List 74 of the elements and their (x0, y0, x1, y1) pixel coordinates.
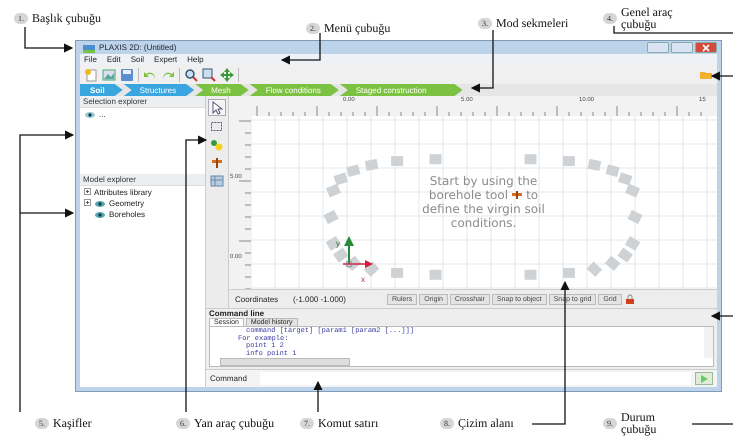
horizontal-scrollbar[interactable] (220, 358, 350, 366)
zoom-window-icon[interactable] (202, 68, 216, 82)
panel-header: Selection explorer (80, 96, 205, 108)
vertical-scrollbar[interactable] (704, 327, 713, 358)
callout-number: 4. (603, 12, 617, 24)
hint-text: define the virgin soil (422, 202, 545, 216)
callout-number: 3. (478, 18, 492, 28)
callout-label: Genel araç çubuğu (621, 6, 674, 30)
command-label: Command (209, 374, 248, 383)
save-icon[interactable] (120, 68, 134, 82)
callout-label: Başlık çubuğu (32, 12, 101, 24)
callout-label: Kaşifler (53, 417, 92, 429)
callout-number: 2. (306, 22, 320, 34)
borehole-icon (511, 190, 524, 200)
hint-text: conditions. (450, 216, 516, 230)
close-icon (702, 44, 710, 52)
tree-item[interactable]: Attributes library (94, 188, 152, 197)
run-button[interactable] (695, 372, 713, 385)
command-input-field[interactable] (260, 372, 691, 385)
axis-label: y (336, 239, 340, 248)
menu-item[interactable]: Help (187, 55, 204, 64)
hint-text: to (526, 188, 538, 202)
callout-label: Durum çubuğu (621, 411, 658, 435)
callout-label: Komut satırı (318, 417, 378, 429)
callout-label: Yan araç çubuğu (194, 417, 274, 429)
expand-toggle[interactable] (84, 188, 91, 197)
callout-number: 9. (603, 418, 617, 428)
leader-line (313, 380, 323, 412)
callout-number: 6. (176, 418, 190, 428)
hint-text: borehole tool (428, 188, 508, 202)
zoom-icon[interactable] (184, 68, 198, 82)
callout-number: 5. (35, 418, 49, 428)
rectangle-select-icon[interactable] (209, 119, 225, 134)
pointer-icon[interactable] (208, 99, 226, 116)
leader-line (710, 71, 733, 81)
maximize-button[interactable] (671, 42, 693, 53)
status-label: Coordinates (235, 294, 280, 304)
tree-item[interactable]: Boreholes (109, 210, 146, 219)
panel-header: Model explorer (80, 174, 205, 186)
axis-label: x (361, 275, 365, 284)
menu-item[interactable]: Soil (130, 55, 144, 64)
tree-item[interactable]: Geometry (109, 199, 144, 208)
leader-line (710, 311, 733, 321)
eye-icon[interactable] (94, 200, 106, 208)
tree-item[interactable]: ... (99, 110, 106, 119)
minimize-button[interactable] (647, 42, 669, 53)
table-icon[interactable] (209, 173, 225, 188)
window-title: PLAXIS 2D: (Untitled) (99, 43, 176, 52)
callout-label: Mod sekmeleri (496, 17, 568, 29)
callout-number: 8. (440, 418, 454, 428)
axis-gizmo-drawing (343, 236, 373, 268)
menu-item[interactable]: Edit (106, 55, 121, 64)
picture-icon[interactable] (102, 68, 116, 82)
callout-number: 7. (300, 418, 314, 428)
leader-line (280, 33, 321, 65)
leader-line (470, 30, 494, 93)
callout-label: Çizim alanı (458, 417, 514, 429)
close-button[interactable] (695, 42, 717, 53)
leader-line (24, 27, 74, 53)
eye-icon[interactable] (84, 110, 96, 118)
menu-item[interactable]: Expert (154, 55, 178, 64)
callout-label: Menü çubuğu (324, 22, 390, 34)
new-file-icon[interactable] (84, 68, 98, 82)
borehole-icon[interactable] (209, 155, 225, 170)
hint-text: Start by using the (430, 174, 538, 188)
eye-icon[interactable] (94, 210, 106, 218)
leader-line (692, 423, 733, 425)
move-icon[interactable] (220, 68, 234, 82)
expand-toggle[interactable] (84, 199, 91, 208)
callout-number: 1. (14, 12, 28, 24)
menu-item[interactable]: File (84, 55, 97, 64)
lock-icon[interactable] (624, 293, 636, 305)
coordinates-value: (-1.000 -1.000) (293, 294, 347, 304)
play-icon (700, 374, 708, 382)
